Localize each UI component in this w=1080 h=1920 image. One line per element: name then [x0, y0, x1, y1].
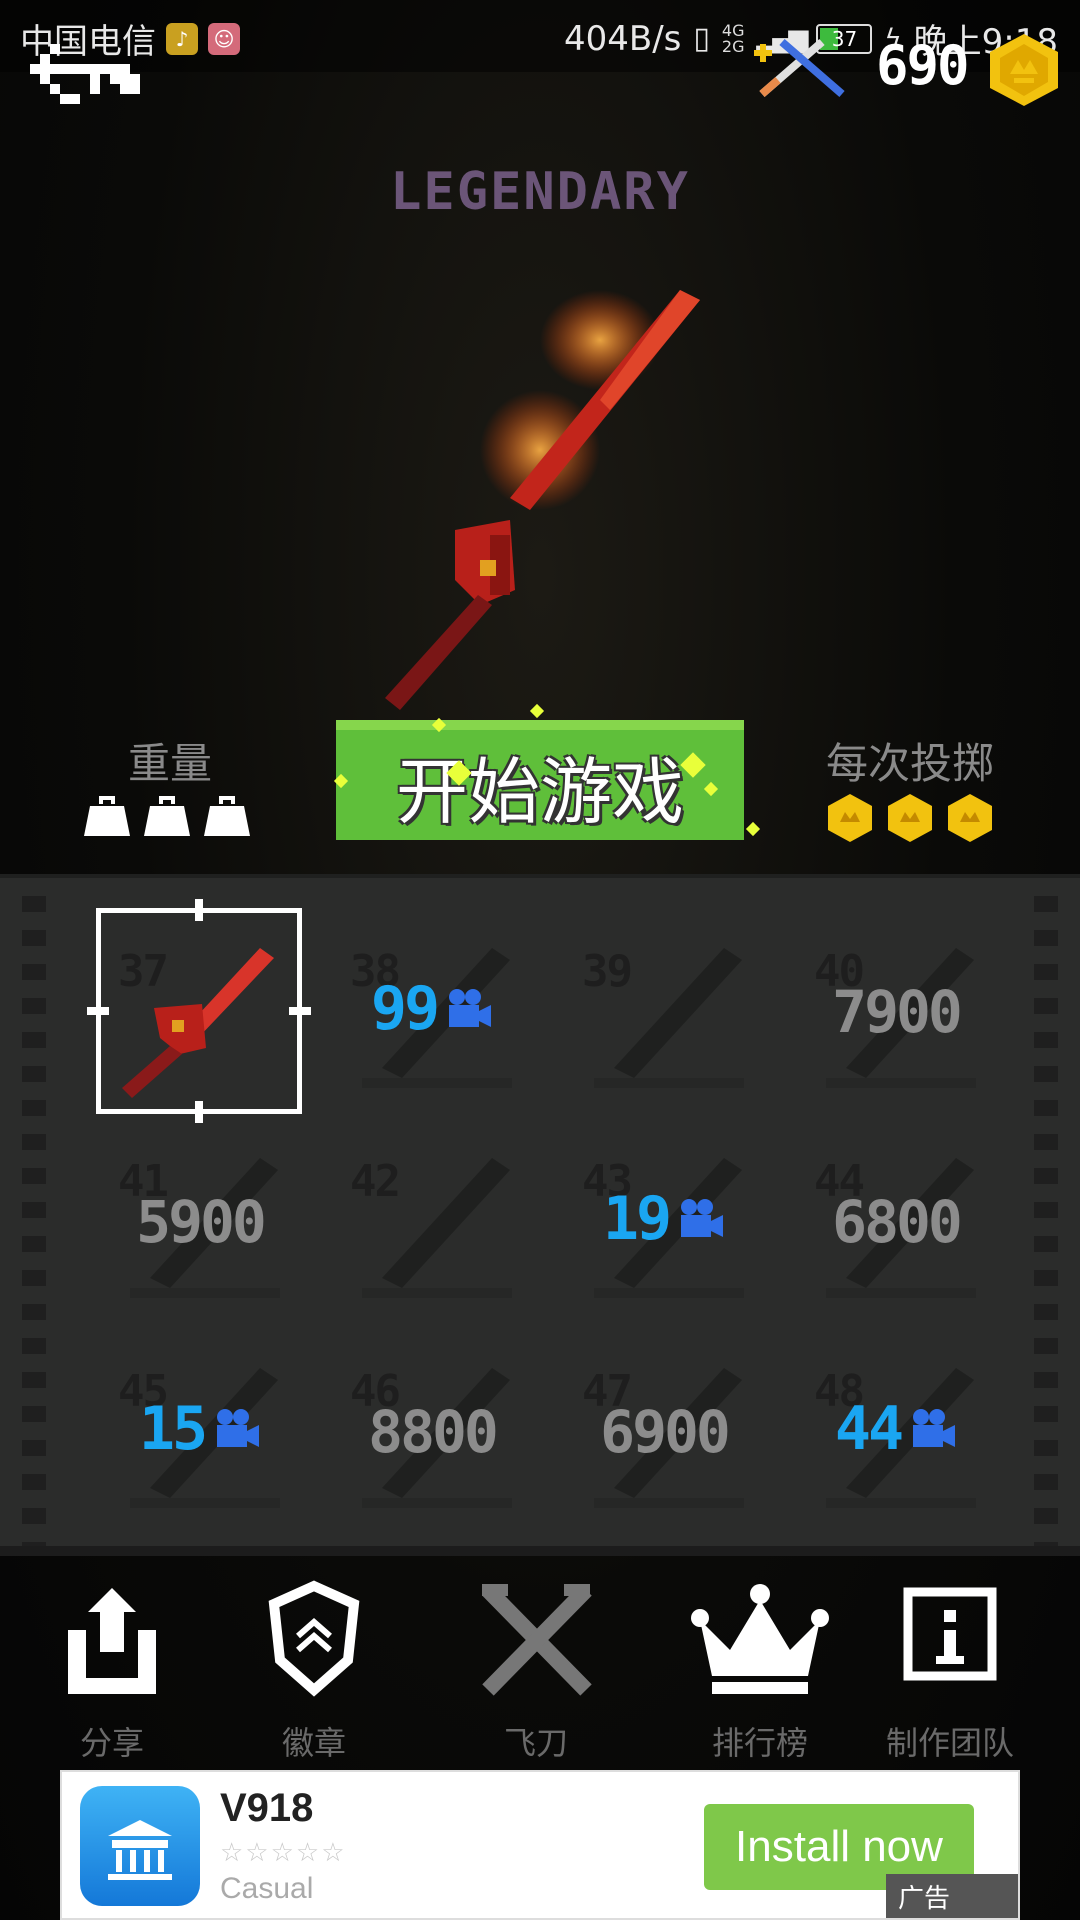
video-unlock: 19 [564, 1184, 764, 1254]
ad-app-category: Casual [220, 1872, 314, 1905]
weight-label: 重量 [127, 739, 212, 788]
coin-count: 690 [876, 34, 970, 97]
game-screen: 中国电信 ♪ ☺ 404B/s ▯ 4G 2G ▂▄▆ 37 ϟ 晚上9:18 [0, 0, 1080, 1920]
ad-tag: 广告 [886, 1874, 1018, 1918]
knife-price: 7900 [832, 978, 963, 1046]
credits-button[interactable]: 制作团队 [850, 1552, 1050, 1762]
knife-slot-40[interactable]: 40 7900 [796, 908, 996, 1108]
video-camera-icon [217, 1409, 260, 1447]
weight-icon [84, 796, 130, 836]
back-arrow-icon[interactable] [30, 44, 150, 104]
knife-slot-41[interactable]: 41 5900 [100, 1118, 300, 1318]
knife-slot-45[interactable]: 45 15 [100, 1328, 300, 1528]
coin-icon [828, 794, 872, 842]
coin-icon [888, 794, 932, 842]
sparkle [745, 821, 761, 837]
bottom-nav: 分享 徽章 飞刀 排行榜 制作团队 [0, 1552, 1080, 1772]
vibrate-icon: ▯ [693, 21, 710, 56]
video-unlock: 15 [100, 1394, 300, 1464]
share-label: 分享 [79, 1724, 144, 1762]
knife-number: 42 [350, 1156, 401, 1207]
video-unlock: 99 [332, 974, 532, 1044]
crown-icon [691, 1584, 829, 1694]
rarity-label: LEGENDARY [390, 162, 690, 222]
videos-required-count: 15 [138, 1394, 208, 1464]
crossed-knives-icon[interactable] [752, 36, 852, 100]
start-game-button[interactable]: 开始游戏 [336, 720, 744, 840]
temple-icon [108, 1820, 172, 1880]
network-type: 4G 2G [721, 20, 745, 56]
credits-label: 制作团队 [885, 1724, 1014, 1762]
weight-icon [204, 796, 250, 836]
crossed-knives-icon [482, 1584, 592, 1696]
knife-slot-39[interactable]: 39 [564, 908, 764, 1108]
video-camera-icon [449, 989, 492, 1027]
net-speed: 404B/s [564, 18, 682, 59]
ad-app-name: V918 [220, 1786, 314, 1830]
per-throw-indicator [826, 792, 994, 844]
leaderboard-button[interactable]: 排行榜 [660, 1552, 860, 1762]
share-icon [68, 1588, 156, 1694]
knife-slot-46[interactable]: 46 8800 [332, 1328, 532, 1528]
knife-slot-44[interactable]: 44 6800 [796, 1118, 996, 1318]
knife-price: 6900 [600, 1398, 731, 1466]
knife-slot-48[interactable]: 48 44 [796, 1328, 996, 1528]
knife-slot-47[interactable]: 47 6900 [564, 1328, 764, 1528]
videos-required-count: 19 [602, 1184, 672, 1254]
shield-icon [268, 1580, 360, 1697]
ad-rating-stars: ☆☆☆☆☆ [220, 1838, 347, 1868]
info-icon [903, 1587, 997, 1681]
badges-label: 徽章 [281, 1724, 346, 1762]
per-throw-label: 每次投掷 [825, 739, 994, 788]
selected-knife-preview [385, 290, 700, 710]
music-app-icon: ♪ [166, 22, 198, 55]
selection-frame [87, 899, 311, 1123]
knife-slot-43[interactable]: 43 19 [564, 1118, 764, 1318]
video-unlock: 44 [796, 1394, 996, 1464]
leaderboard-label: 排行榜 [711, 1724, 808, 1762]
knife-slot-42[interactable]: 42 [332, 1118, 532, 1318]
weight-indicator [84, 792, 250, 836]
video-camera-icon [681, 1199, 724, 1237]
coin-icon [948, 794, 992, 842]
avatar-app-icon: ☺ [208, 22, 240, 55]
knife-price: 8800 [368, 1398, 499, 1466]
videos-required-count: 99 [370, 974, 440, 1044]
badges-button[interactable]: 徽章 [214, 1552, 414, 1762]
knife-price: 6800 [832, 1188, 963, 1256]
knife-slot-38[interactable]: 38 99 [332, 908, 532, 1108]
ad-app-icon [80, 1786, 200, 1906]
videos-required-count: 44 [834, 1394, 904, 1464]
knife-price: 5900 [136, 1188, 267, 1256]
coin-icon [990, 34, 1058, 106]
knives-nav-button[interactable]: 飞刀 [436, 1552, 636, 1762]
knife-number: 39 [582, 946, 633, 997]
video-camera-icon [913, 1409, 956, 1447]
ad-banner[interactable]: V918 ☆☆☆☆☆ Casual Install now 广告 [60, 1770, 1020, 1920]
weight-icon [144, 796, 190, 836]
share-button[interactable]: 分享 [12, 1552, 212, 1762]
knives-label: 飞刀 [503, 1724, 568, 1762]
